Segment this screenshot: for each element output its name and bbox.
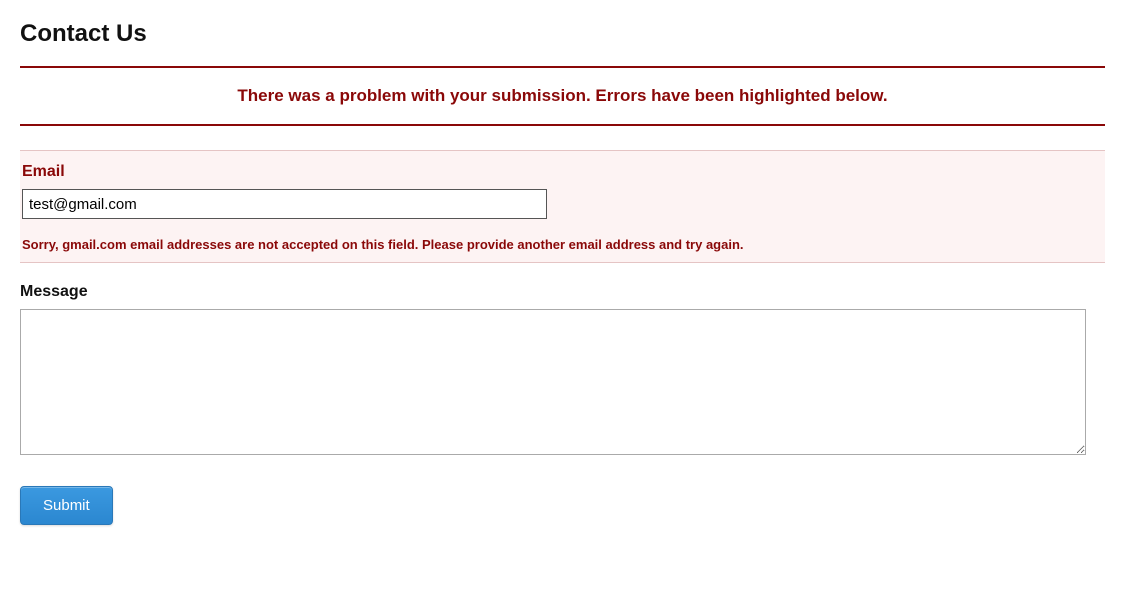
email-field-group: Email Sorry, gmail.com email addresses a… bbox=[20, 150, 1105, 263]
email-label: Email bbox=[22, 163, 1103, 181]
message-label: Message bbox=[20, 283, 1105, 301]
submit-button[interactable]: Submit bbox=[20, 486, 113, 525]
error-banner-text: There was a problem with your submission… bbox=[237, 86, 887, 105]
page-title: Contact Us bbox=[20, 20, 1105, 48]
message-textarea[interactable] bbox=[20, 309, 1086, 455]
submit-row: Submit bbox=[20, 486, 1105, 525]
error-banner: There was a problem with your submission… bbox=[20, 66, 1105, 126]
email-input[interactable] bbox=[22, 189, 547, 219]
email-error-message: Sorry, gmail.com email addresses are not… bbox=[22, 237, 1103, 252]
message-field-group: Message bbox=[20, 283, 1105, 460]
